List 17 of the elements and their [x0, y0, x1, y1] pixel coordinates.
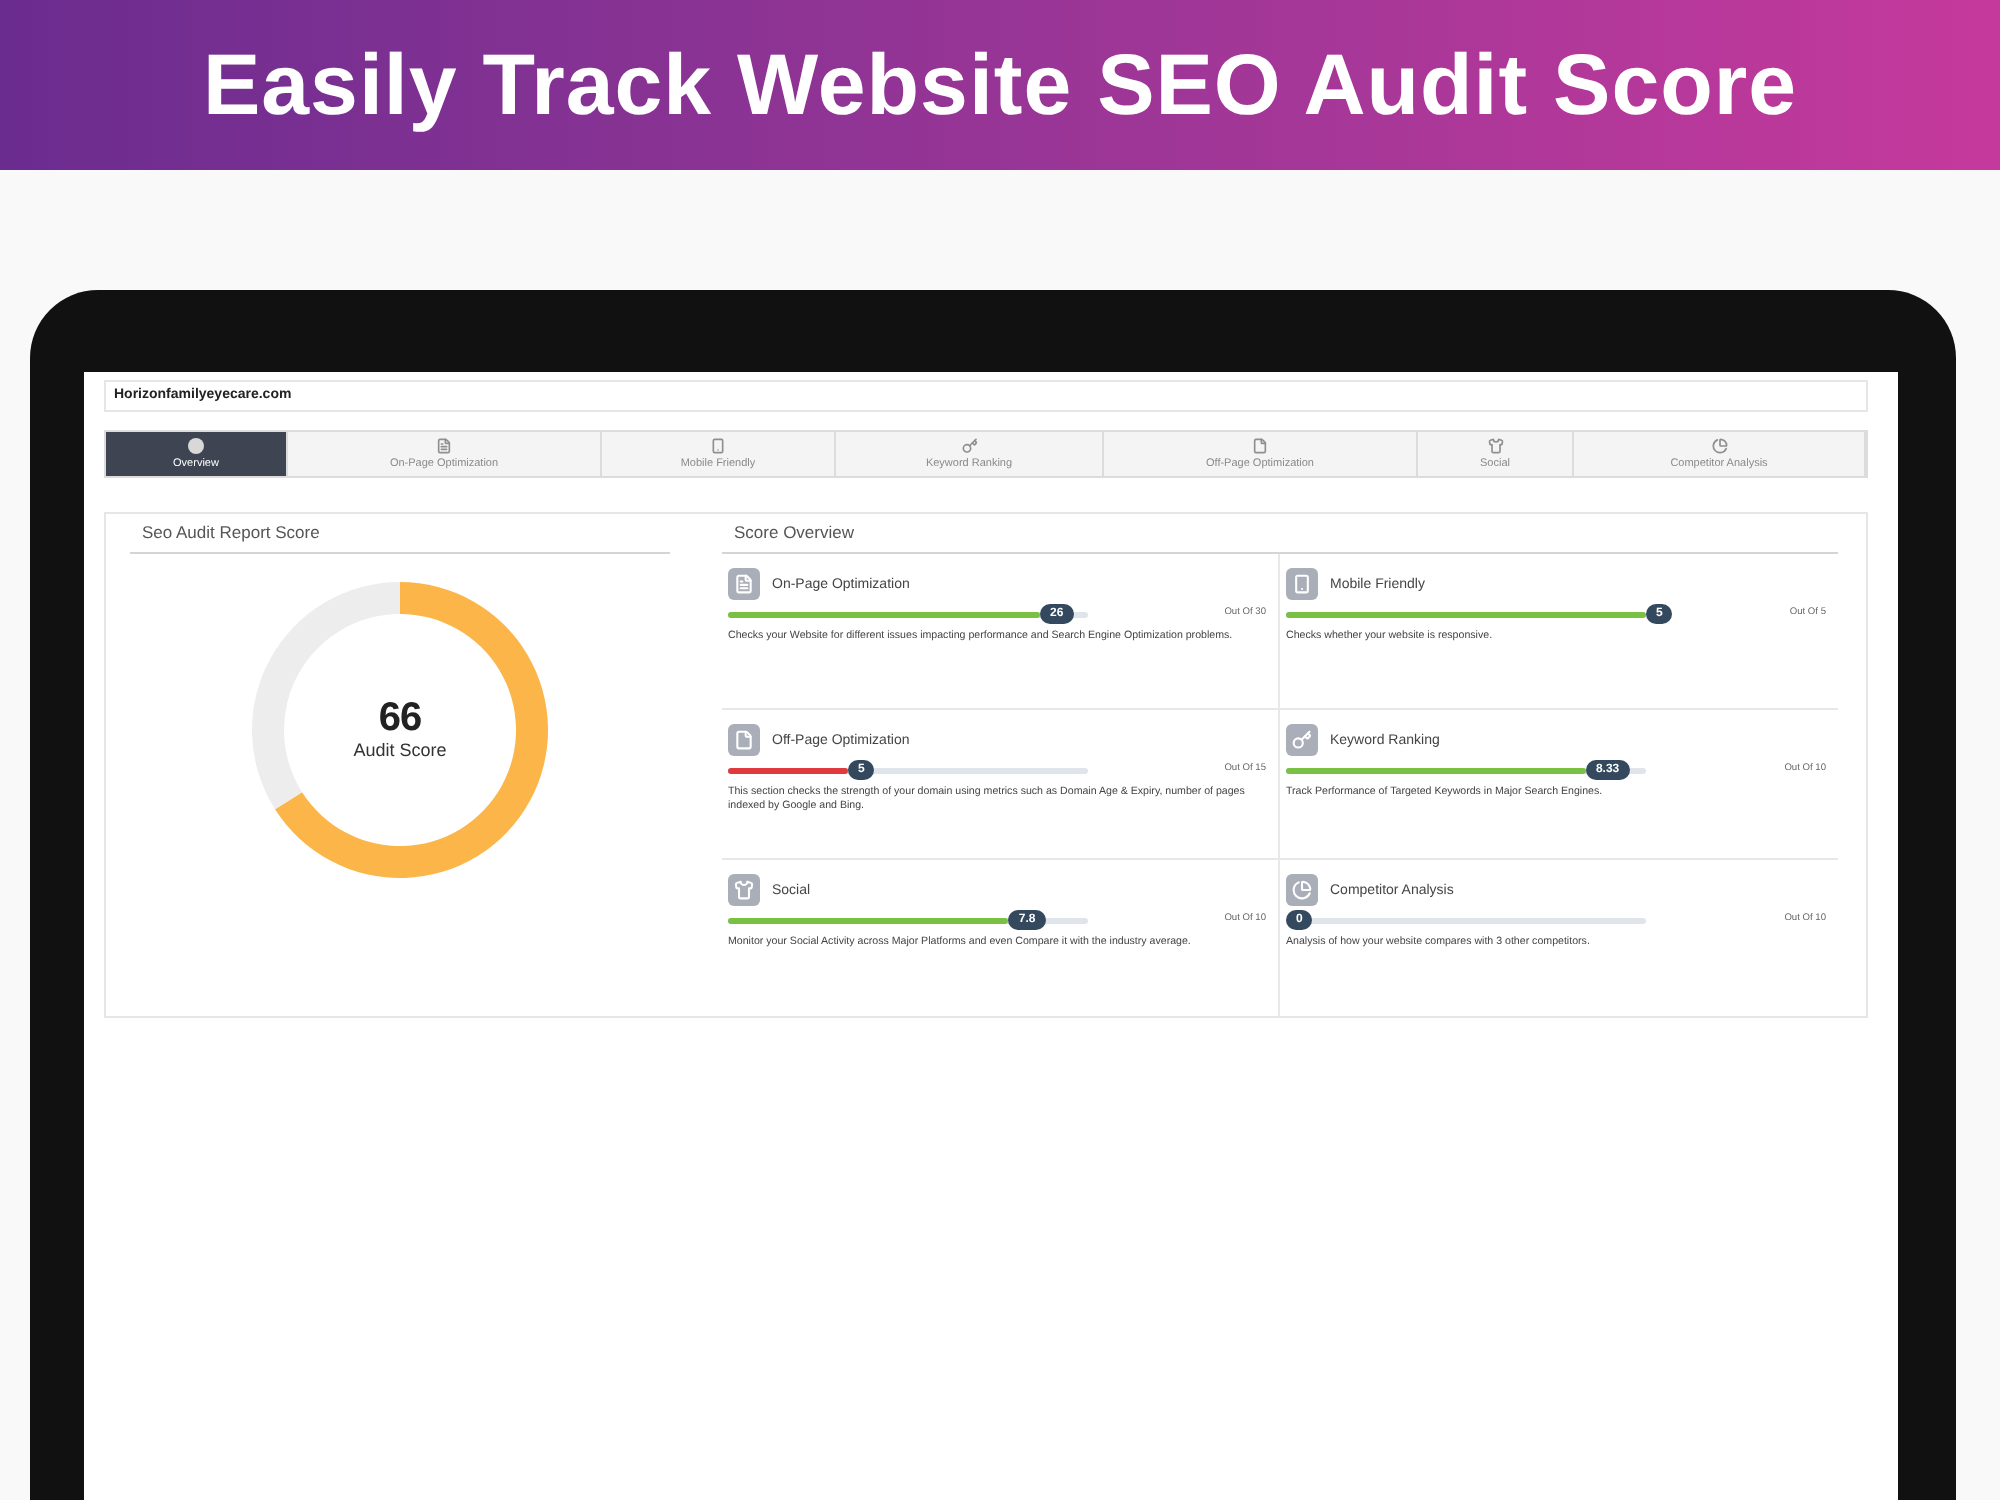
- document-icon: [728, 568, 760, 600]
- phone-icon: [1286, 568, 1318, 600]
- shirt-icon: [1487, 437, 1503, 453]
- document-icon: [728, 724, 760, 756]
- key-icon: [1286, 724, 1318, 756]
- panel-title: Seo Audit Report Score: [142, 520, 320, 546]
- banner-title: Easily Track Website SEO Audit Score: [202, 35, 1798, 135]
- panel-title: Score Overview: [734, 520, 854, 546]
- audit-score-label: Audit Score: [353, 738, 447, 762]
- key-icon: [961, 437, 977, 453]
- pie-chart-icon: [1286, 874, 1318, 906]
- document-icon: [1252, 437, 1268, 453]
- shirt-icon: [728, 874, 760, 906]
- document-icon: [436, 437, 452, 453]
- pie-chart-icon: [1711, 437, 1727, 453]
- audit-score-value: 66: [378, 698, 422, 738]
- phone-icon: [710, 437, 726, 453]
